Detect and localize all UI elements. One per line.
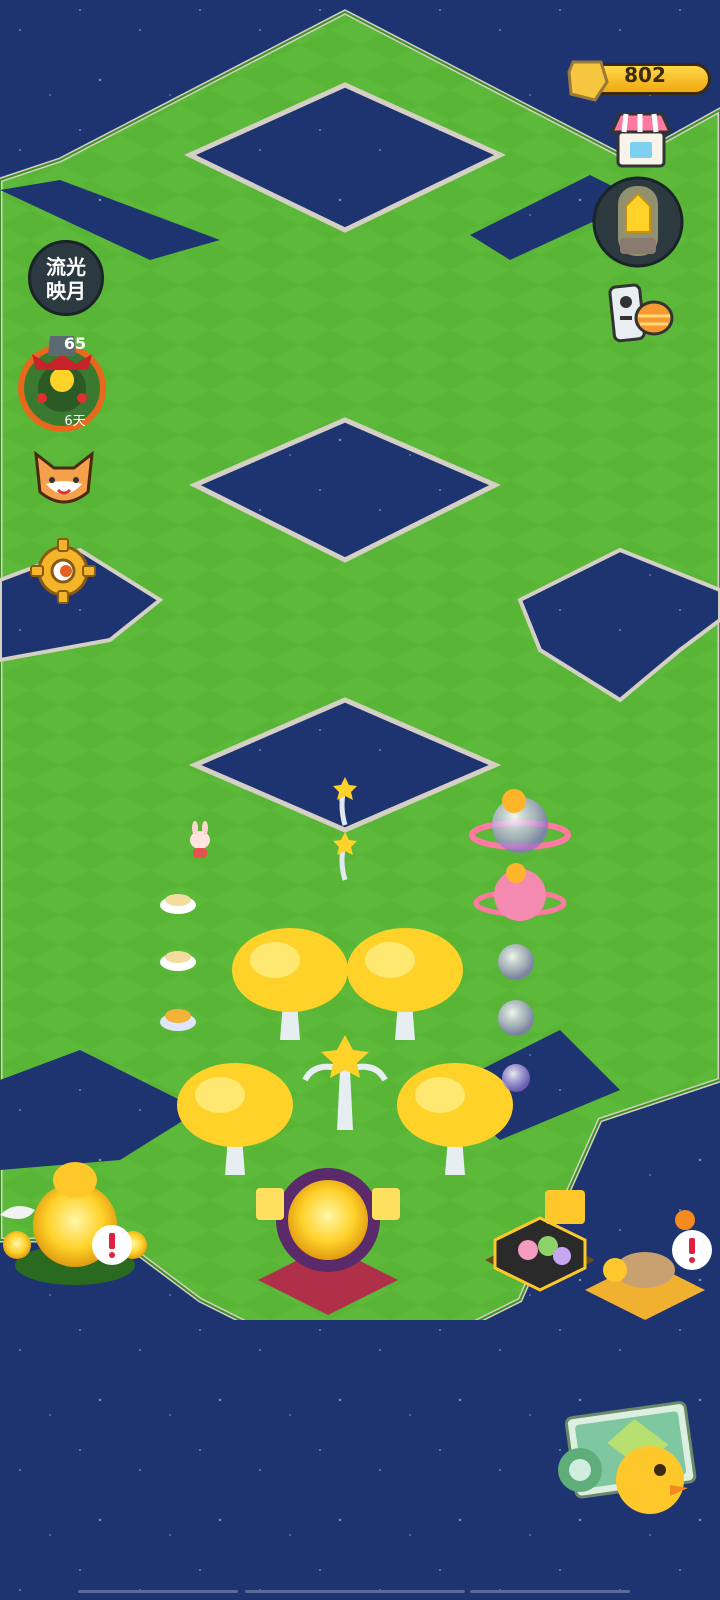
bubble-orb-3[interactable] [502,1064,530,1092]
event-label-line2: 映月 [46,279,86,303]
page-indicator-2 [245,1590,465,1593]
shop-icon [609,112,673,168]
page-indicator-1 [78,1590,238,1593]
gear-icon [30,538,96,604]
moon-coin-icon [567,60,609,102]
fox-face-icon [34,450,94,504]
remote-button[interactable] [606,282,676,346]
event-level: 65 [63,334,87,353]
settings-button[interactable] [30,538,96,604]
alert-bubble-right[interactable] [672,1230,712,1270]
remote-control-icon [608,283,674,343]
event-days: 6天 [64,414,86,429]
event-label-line1: 流光 [46,255,86,279]
golden-lamp-icon [592,176,684,268]
coin-counter[interactable]: 802 [565,60,717,102]
page-indicator-3 [470,1590,630,1593]
bubble-orb-2[interactable] [498,1000,534,1036]
bubble-orb-1[interactable] [498,944,534,980]
event-label-button[interactable]: 流光 映月 [28,240,104,316]
alert-bubble-left[interactable] [92,1225,132,1265]
event-wreath-button[interactable]: 65 6天 [14,334,112,434]
map-camera-icon[interactable] [558,1401,697,1514]
golden-lamp-button[interactable] [590,176,686,274]
shop-button[interactable] [606,106,676,172]
friends-button[interactable] [28,448,100,514]
